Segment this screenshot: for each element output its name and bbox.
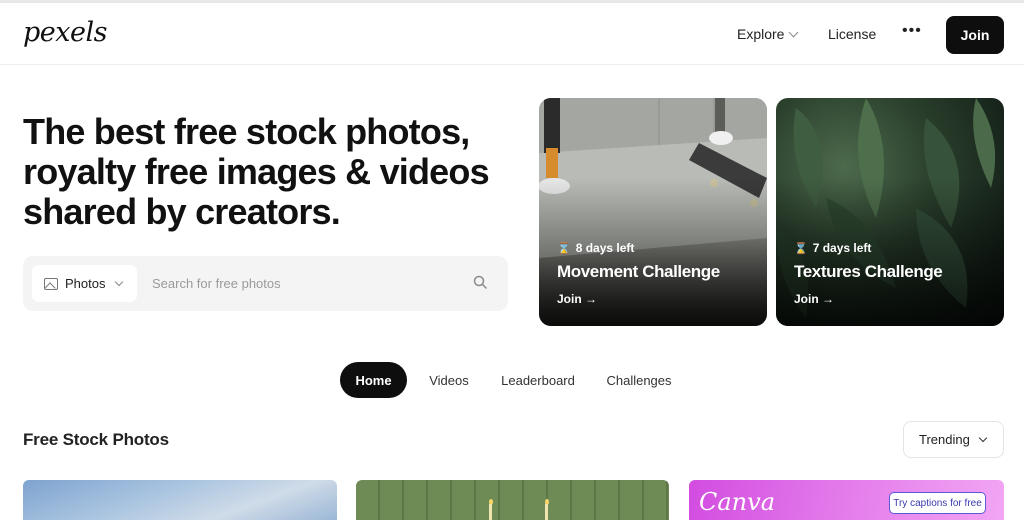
- search-icon[interactable]: [473, 275, 487, 289]
- more-menu-icon[interactable]: •••: [902, 22, 922, 40]
- photo-card[interactable]: [356, 480, 669, 520]
- hourglass-icon: ⌛: [794, 242, 808, 255]
- hero-title-line: shared by creators.: [23, 191, 341, 232]
- candle: [545, 504, 548, 520]
- nav-explore-label: Explore: [737, 26, 785, 42]
- challenge-title: Textures Challenge: [794, 262, 943, 281]
- nav-explore[interactable]: Explore: [737, 26, 799, 42]
- hero-title-line: royalty free images & videos: [23, 151, 490, 192]
- hourglass-icon: ⌛: [557, 242, 571, 255]
- chevron-down-icon: [789, 27, 799, 37]
- search-type-label: Photos: [65, 276, 106, 291]
- chevron-down-icon: [978, 433, 988, 442]
- chevron-down-icon: [115, 277, 124, 286]
- days-left: ⌛ 7 days left: [794, 241, 871, 255]
- challenge-card-movement[interactable]: ⌛ 8 days left Movement Challenge Join →: [539, 98, 767, 326]
- search-input[interactable]: [152, 271, 452, 296]
- challenge-title: Movement Challenge: [557, 262, 720, 281]
- nav-license[interactable]: License: [828, 26, 876, 42]
- tab-videos[interactable]: Videos: [423, 362, 475, 398]
- canva-ad-card[interactable]: Canva Try captions for free: [689, 480, 1004, 520]
- days-left-label: 8 days left: [575, 241, 635, 255]
- challenge-card-textures[interactable]: ⌛ 7 days left Textures Challenge Join →: [776, 98, 1004, 326]
- site-header: pexels Explore License ••• Join: [0, 3, 1024, 65]
- days-left: ⌛ 8 days left: [557, 241, 634, 255]
- photo-card[interactable]: [23, 480, 337, 520]
- section-title: Free Stock Photos: [23, 430, 169, 449]
- search-type-dropdown[interactable]: Photos: [32, 265, 137, 302]
- hero-title: The best free stock photos, royalty free…: [23, 112, 523, 232]
- try-captions-button[interactable]: Try captions for free: [889, 492, 986, 514]
- tab-leaderboard[interactable]: Leaderboard: [494, 362, 582, 398]
- tab-challenges[interactable]: Challenges: [601, 362, 677, 398]
- join-button[interactable]: Join: [946, 16, 1004, 54]
- pexels-logo[interactable]: pexels: [23, 17, 107, 48]
- hero-title-line: The best free stock photos,: [23, 111, 470, 152]
- candle: [489, 504, 492, 520]
- sort-dropdown[interactable]: Trending: [903, 421, 1004, 458]
- search-bar: Photos: [23, 256, 508, 311]
- tab-home[interactable]: Home: [340, 362, 407, 398]
- sort-label: Trending: [919, 432, 970, 447]
- challenge-join-link[interactable]: Join →: [794, 292, 834, 306]
- challenge-join-link[interactable]: Join →: [557, 292, 597, 306]
- image-icon: [44, 277, 58, 290]
- canva-logo: Canva: [699, 488, 775, 516]
- days-left-label: 7 days left: [812, 241, 872, 255]
